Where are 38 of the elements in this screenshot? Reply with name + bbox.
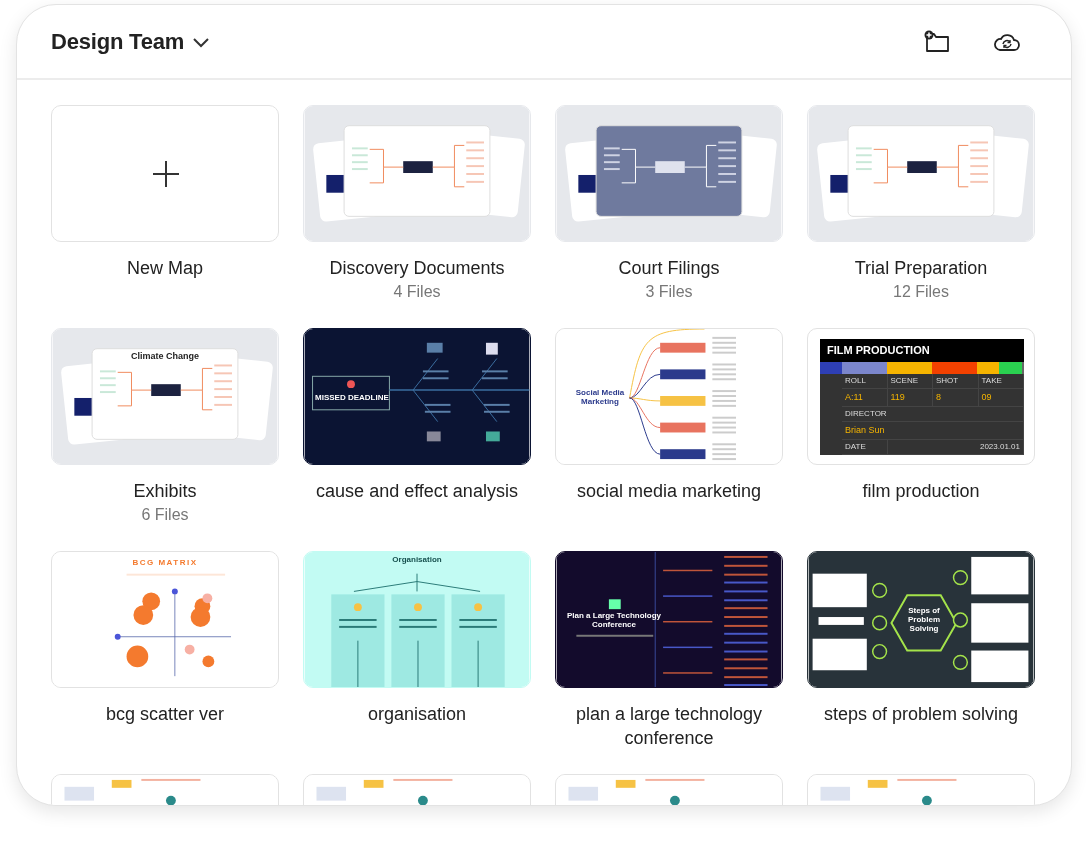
map-title: steps of problem solving	[822, 703, 1020, 726]
map-title: cause and effect analysis	[315, 480, 519, 503]
clapper-text: 8	[933, 389, 979, 407]
preview-title: Steps of Problem Solving	[907, 607, 941, 634]
clapper-text: A:11	[842, 389, 888, 407]
clapper-text: ROLL	[842, 374, 888, 389]
file-count: 3 Files	[644, 282, 694, 302]
clapper-text: DIRECTOR	[842, 407, 1024, 422]
map-title: Discovery Documents	[328, 257, 506, 280]
clapper-text: 09	[978, 389, 1024, 407]
map-thumbnail[interactable]: FILM PRODUCTION ROLL SCENE SHOT TAKE A:11 119 8 09 DIRECTOR Brian Sun DATE 2023.01.01	[807, 328, 1035, 465]
map-title: Exhibits	[132, 480, 198, 503]
map-title: organisation	[366, 703, 468, 726]
clapper-text: FILM PRODUCTION	[820, 339, 1024, 362]
preview-title: BCG MATRIX	[131, 559, 199, 568]
clapper-text: 119	[887, 389, 933, 407]
map-title: Court Filings	[617, 257, 721, 280]
file-count: 6 Files	[140, 505, 190, 525]
team-title: Design Team	[51, 28, 185, 56]
map-title: bcg scatter ver	[104, 703, 225, 726]
map-title: New Map	[126, 257, 204, 280]
clapper-text: SHOT	[933, 374, 979, 389]
clapper-text: Brian Sun	[842, 422, 1024, 440]
clapper-text: TAKE	[978, 374, 1024, 389]
file-count: 12 Files	[892, 282, 950, 302]
preview-title: Organisation	[391, 556, 443, 565]
clapper-text: 2023.01.01	[887, 440, 1024, 455]
clapper-text: SCENE	[887, 374, 933, 389]
file-count: 4 Files	[392, 282, 442, 302]
clapper-text: DATE	[842, 440, 888, 455]
map-title: film production	[861, 480, 981, 503]
preview-title: Plan a Large Technology Conference	[565, 612, 663, 630]
preview-title: Social Media Marketing	[574, 389, 626, 407]
map-title: plan a large technology conference	[574, 703, 764, 750]
map-title: Trial Preparation	[853, 257, 989, 280]
map-title: social media marketing	[575, 480, 763, 503]
preview-title: MISSED DEADLINE	[315, 394, 389, 403]
preview-title: Climate Change	[130, 352, 200, 362]
